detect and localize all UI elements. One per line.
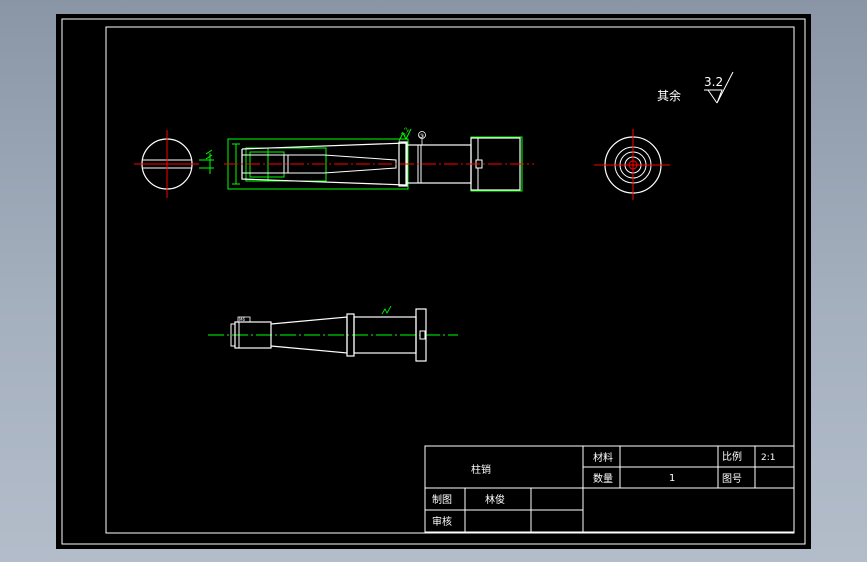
drawing-canvas: 其余 3.2 3.2 ③ M6 柱销 材料 数量 1 比例 2:1 图号 制图 … xyxy=(56,14,811,549)
drawn-by-value: 林俊 xyxy=(485,493,505,506)
drawing-svg: 其余 3.2 3.2 ③ M6 柱销 材料 数量 1 比例 2:1 图号 制图 … xyxy=(61,18,806,545)
svg-text:M6: M6 xyxy=(239,317,245,322)
outer-frame xyxy=(61,18,806,545)
left-end-view xyxy=(134,130,214,198)
title-block: 柱销 材料 数量 1 比例 2:1 图号 制图 林俊 审核 xyxy=(424,445,795,533)
svg-text:3.2: 3.2 xyxy=(400,126,411,138)
quantity-label: 数量 xyxy=(593,472,613,485)
roughness-note: 其余 3.2 xyxy=(657,71,734,104)
part-name: 柱销 xyxy=(471,463,491,476)
material-label: 材料 xyxy=(593,451,613,464)
checked-by-label: 审核 xyxy=(432,515,452,528)
scale-value: 2:1 xyxy=(761,453,775,463)
roughness-label: 其余 xyxy=(657,88,681,103)
inner-frame xyxy=(105,26,795,534)
main-section-view: 3.2 ③ xyxy=(224,126,534,192)
drawing-number-label: 图号 xyxy=(722,473,742,485)
quantity-value: 1 xyxy=(669,473,675,484)
lower-elevation-view: M6 xyxy=(208,305,458,362)
datum-marker: ③ xyxy=(419,133,424,140)
scale-label: 比例 xyxy=(722,450,742,463)
roughness-value: 3.2 xyxy=(704,75,723,89)
drawn-by-label: 制图 xyxy=(432,493,452,506)
right-end-view xyxy=(594,129,670,200)
